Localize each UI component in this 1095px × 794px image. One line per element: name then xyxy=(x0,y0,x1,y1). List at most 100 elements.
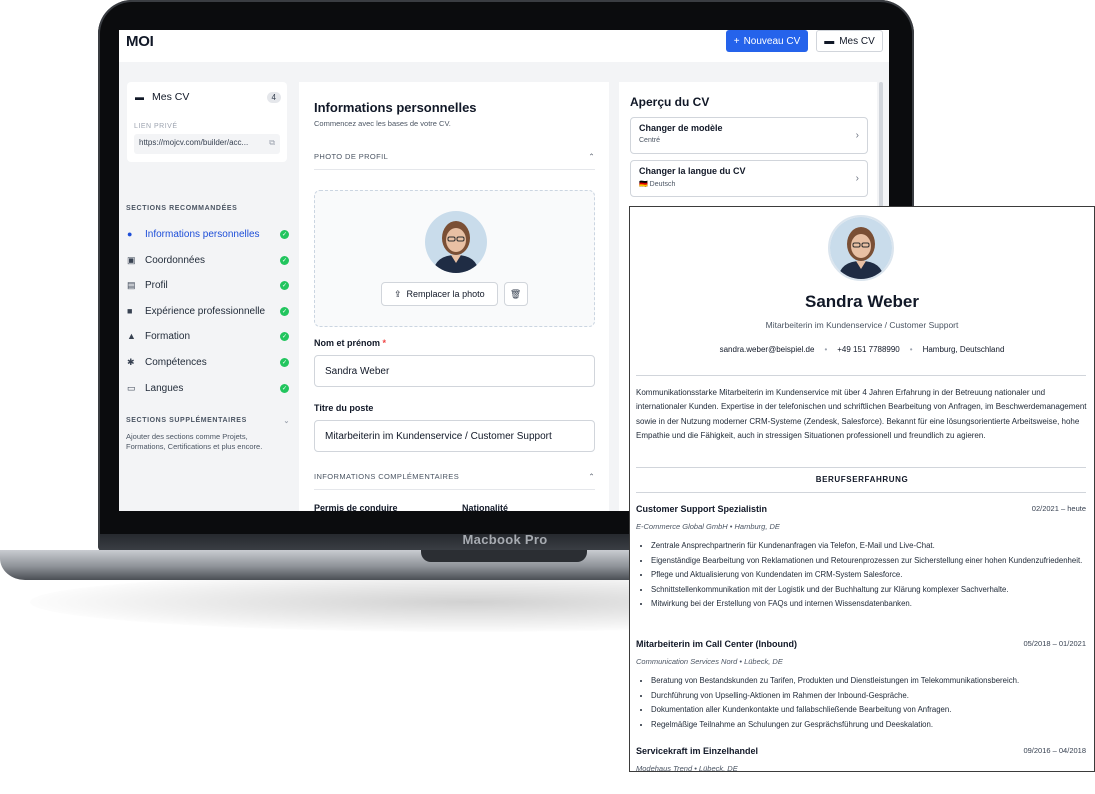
divider xyxy=(636,492,1086,493)
flag-de-icon: 🇩🇪 xyxy=(639,181,648,188)
page-title: Informations personnelles xyxy=(314,100,477,115)
check-icon: ✓ xyxy=(280,229,289,239)
cv-name: Sandra Weber xyxy=(804,292,919,311)
sidebar-item-skills[interactable]: ✱ Compétences ✓ xyxy=(127,353,289,371)
job-company: Modehaus Trend • Lübeck, DE xyxy=(636,764,738,772)
job-dates: 02/2021 – heute xyxy=(1031,504,1086,513)
additional-sections-description: Ajouter des sections comme Projets, Form… xyxy=(126,432,263,451)
contact-card-icon: ▣ xyxy=(127,254,136,265)
profile-photo-section-header[interactable]: PHOTO DE PROFIL ⌃ xyxy=(314,152,595,170)
bullet-item: Schnittstellenkommunikation mit der Logi… xyxy=(651,583,1086,598)
bullet-item: Mitwirkung bei der Erstellung von FAQs u… xyxy=(651,597,1086,612)
profile-photo xyxy=(425,211,487,273)
folder-icon: ▬ xyxy=(135,92,144,102)
job-bullets: Zentrale Ansprechpartnerin für Kundenanf… xyxy=(636,539,1086,612)
sidebar-item-education[interactable]: ▲ Formation ✓ xyxy=(127,327,289,345)
chevron-up-icon: ⌃ xyxy=(588,152,595,161)
cv-photo xyxy=(828,215,894,281)
sidebar-item-languages[interactable]: ▭ Langues ✓ xyxy=(127,379,289,397)
copy-icon[interactable]: ⧉ xyxy=(269,138,275,150)
job-title-input[interactable]: Mitarbeiterin im Kundenservice / Custome… xyxy=(314,420,595,452)
bullet-item: Pflege und Aktualisierung von Kundendate… xyxy=(651,568,1086,583)
job-company: E-Commerce Global GmbH • Hamburg, DE xyxy=(636,522,780,531)
name-input[interactable]: Sandra Weber xyxy=(314,355,595,387)
cv-location: Hamburg, Deutschland xyxy=(922,345,1005,354)
page-subtitle: Commencez avec les bases de votre CV. xyxy=(314,119,451,128)
device-label: Macbook Pro xyxy=(462,532,548,547)
job-entry: Mitarbeiterin im Call Center (Inbound) 0… xyxy=(636,639,1086,732)
delete-photo-button[interactable]: 🗑 xyxy=(503,282,528,306)
gears-icon: ✱ xyxy=(127,356,135,367)
my-cv-link[interactable]: ▬ Mes CV 4 xyxy=(135,91,281,103)
upload-icon: ⇪ xyxy=(394,288,402,299)
job-title: Mitarbeiterin im Call Center (Inbound) xyxy=(636,639,798,649)
experience-heading: BERUFSERFAHRUNG xyxy=(815,475,909,484)
bullet-item: Dokumentation aller Kundenkontakte und f… xyxy=(651,703,1086,718)
cv-summary: Kommunikationsstarke Mitarbeiterin im Ku… xyxy=(636,388,1087,441)
job-dates: 05/2018 – 01/2021 xyxy=(1023,639,1086,648)
sidebar-item-contact[interactable]: ▣ Coordonnées ✓ xyxy=(127,251,289,269)
bullet-item: Regelmäßige Teilnahme an Schulungen zur … xyxy=(651,718,1086,733)
nationality-label: Nationalité xyxy=(462,503,509,511)
additional-sections-heading[interactable]: SECTIONS SUPPLÉMENTAIRES ⌄ xyxy=(126,417,290,425)
check-icon: ✓ xyxy=(280,357,289,367)
divider xyxy=(636,375,1086,376)
bullet-item: Durchführung von Upselling-Aktionen im R… xyxy=(651,689,1086,704)
document-icon: ▤ xyxy=(127,279,136,290)
check-icon: ✓ xyxy=(280,306,289,316)
driving-license-label: Permis de conduire xyxy=(314,503,398,511)
check-icon: ✓ xyxy=(280,383,289,393)
cv-email: sandra.weber@beispiel.de xyxy=(719,345,815,354)
trash-icon: 🗑 xyxy=(509,288,522,299)
app-logo[interactable]: MOICV xyxy=(126,33,889,511)
chevron-right-icon: › xyxy=(855,130,859,141)
replace-photo-button[interactable]: ⇪ Remplacer la photo xyxy=(381,282,498,306)
job-title: Servicekraft im Einzelhandel xyxy=(636,746,759,756)
briefcase-icon: ■ xyxy=(127,306,133,316)
job-company: Communication Services Nord • Lübeck, DE xyxy=(636,657,783,666)
my-cv-button[interactable]: ▬ Mes CV xyxy=(816,30,883,52)
photo-actions: ⇪ Remplacer la photo 🗑 xyxy=(381,282,528,306)
job-title: Customer Support Spezialistin xyxy=(636,504,768,514)
divider xyxy=(636,467,1086,468)
job-title-field-label: Titre du poste xyxy=(314,403,374,413)
app-header: MOICV + Nouveau CV ▬ Mes CV xyxy=(119,30,889,511)
bullet-item: Zentrale Ansprechpartnerin für Kundenanf… xyxy=(651,539,1086,554)
language-icon: ▭ xyxy=(127,382,136,393)
personal-info-form: Informations personnelles Commencez avec… xyxy=(299,82,609,511)
bullet-item: Beratung von Bestandskunden zu Tarifen, … xyxy=(651,674,1086,689)
graduation-cap-icon: ▲ xyxy=(127,331,136,341)
name-field-label: Nom et prénom * xyxy=(314,338,387,348)
private-link-field[interactable]: https://mojcv.com/builder/acc... ⧉ xyxy=(134,134,280,154)
job-dates: 09/2016 – 04/2018 xyxy=(1023,746,1086,755)
cv-role: Mitarbeiterin im Kundenservice / Custome… xyxy=(765,320,959,330)
sidebar-item-experience[interactable]: ■ Expérience professionnelle ✓ xyxy=(127,302,289,320)
marketing-scene: Macbook Pro MOICV + Nouveau CV ▬ Mes CV … xyxy=(0,0,1095,794)
separator-dot: • xyxy=(909,345,913,354)
chevron-right-icon: › xyxy=(855,173,859,184)
cv-count-badge: 4 xyxy=(266,91,281,103)
job-entry: Servicekraft im Einzelhandel 09/2016 – 0… xyxy=(636,746,1086,772)
recommended-sections-heading: SECTIONS RECOMMANDÉES xyxy=(126,205,238,212)
additional-info-section-header[interactable]: INFORMATIONS COMPLÉMENTAIRES ⌃ xyxy=(314,472,595,490)
cv-phone: +49 151 7788990 xyxy=(837,345,900,354)
cv-document: Sandra Weber Mitarbeiterin im Kundenserv… xyxy=(629,206,1095,772)
change-template-button[interactable]: Changer de modèle Centré › xyxy=(630,117,868,154)
sidebar-item-personal-info[interactable]: ● Informations personnelles ✓ xyxy=(127,225,289,243)
chevron-up-icon: ⌃ xyxy=(588,472,595,481)
cv-contact-line: sandra.weber@beispiel.de • +49 151 77889… xyxy=(630,345,1094,354)
change-language-button[interactable]: Changer la langue du CV 🇩🇪 Deutsch › xyxy=(630,160,868,197)
separator-dot: • xyxy=(824,345,828,354)
laptop-notch xyxy=(421,550,587,562)
job-entry: Customer Support Spezialistin 02/2021 – … xyxy=(636,504,1086,612)
chevron-down-icon: ⌄ xyxy=(283,418,290,425)
photo-upload-zone[interactable]: ⇪ Remplacer la photo 🗑 xyxy=(314,190,595,327)
sidebar-item-profile[interactable]: ▤ Profil ✓ xyxy=(127,276,289,294)
user-icon: ● xyxy=(127,229,133,239)
plus-icon: + xyxy=(733,35,740,47)
my-cv-card: ▬ Mes CV 4 LIEN PRIVÉ https://mojcv.com/… xyxy=(127,82,287,162)
preview-title: Aperçu du CV xyxy=(630,95,710,109)
check-icon: ✓ xyxy=(280,255,289,265)
new-cv-button[interactable]: + Nouveau CV xyxy=(726,30,808,52)
folder-icon: ▬ xyxy=(824,35,835,47)
